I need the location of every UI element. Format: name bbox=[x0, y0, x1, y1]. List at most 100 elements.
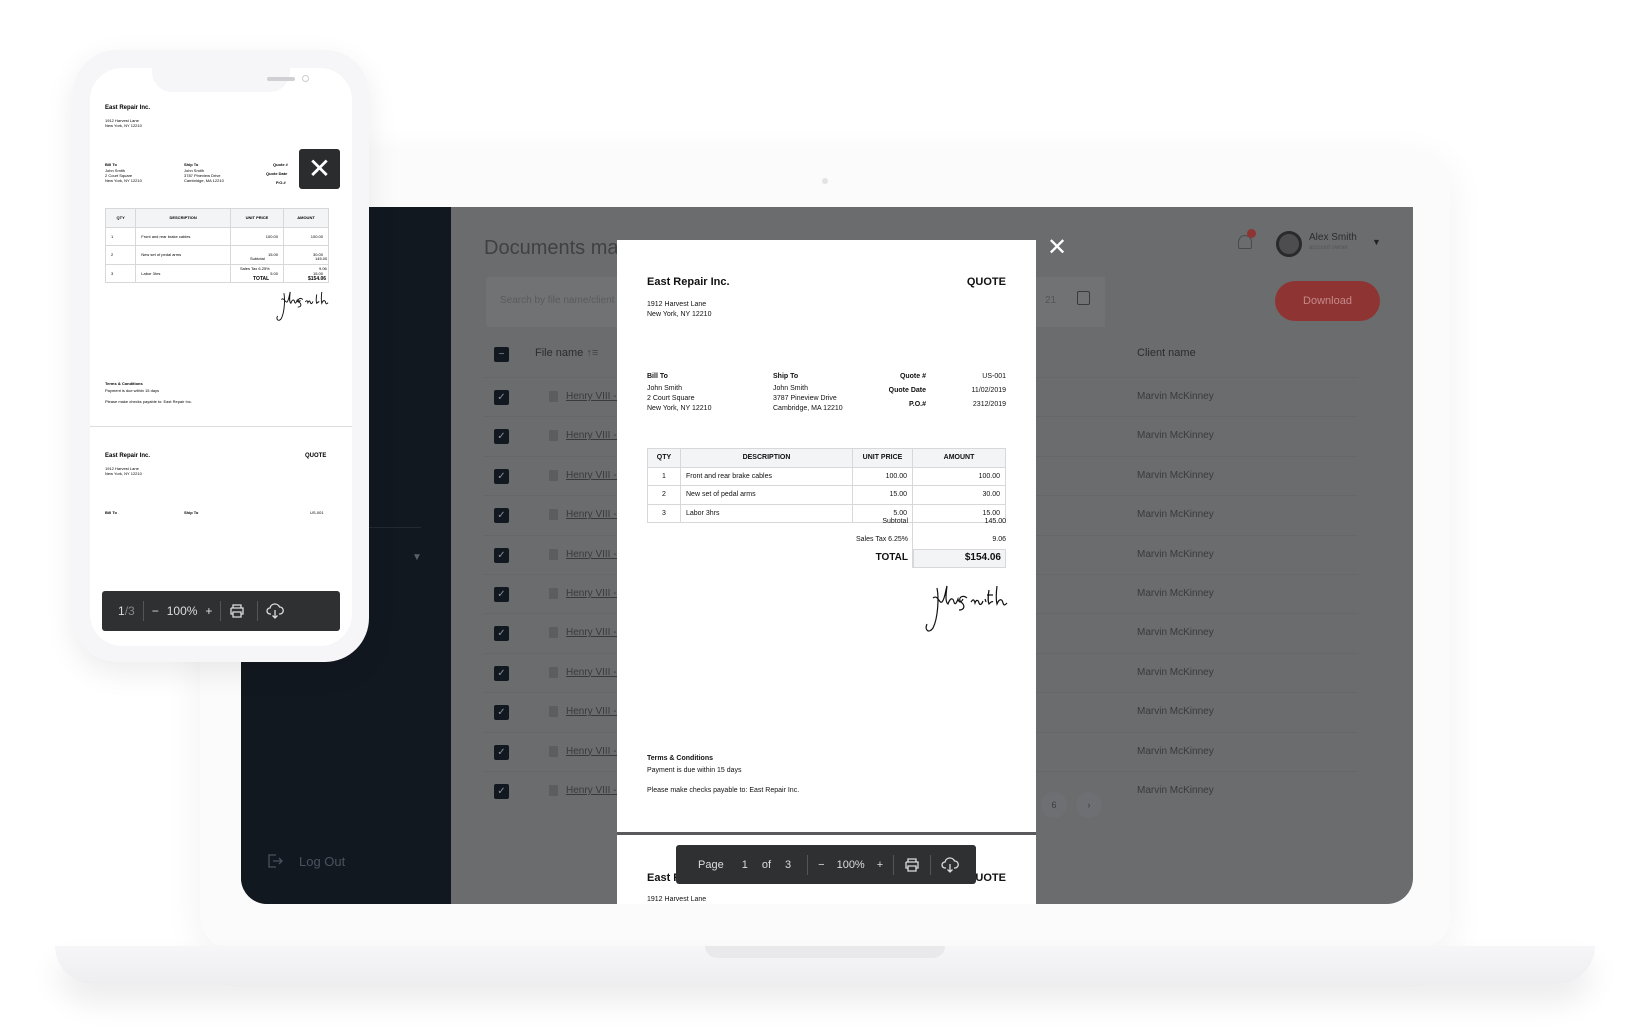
user-menu-chevron-icon[interactable]: ▼ bbox=[1372, 237, 1381, 247]
meta-label: Quote # bbox=[273, 162, 288, 167]
client-name: Marvin McKinney bbox=[1137, 588, 1214, 599]
row-checkbox[interactable]: ✓ bbox=[494, 429, 509, 445]
meta-value: 11/02/2019 bbox=[971, 387, 1006, 394]
desc-cell: New set of pedal arms bbox=[680, 485, 853, 505]
file-name-link[interactable]: Henry VIII - I bbox=[566, 667, 622, 678]
ship-to-label: Ship To bbox=[184, 162, 199, 167]
mobile-line-items-table: QTY DESCRIPTION UNIT PRICE AMOUNT 1 Front an… bbox=[104, 208, 329, 283]
ship-to-line: John Smith bbox=[773, 385, 809, 392]
file-name-link[interactable]: Henry VIII - I bbox=[566, 509, 622, 520]
subtotal-label: Subtotal bbox=[250, 256, 265, 261]
page-label: Page bbox=[698, 858, 724, 871]
file-name-link[interactable]: Henry VIII - I bbox=[566, 391, 622, 402]
file-name-link[interactable]: Henry VIII - I bbox=[566, 746, 622, 757]
column-header-client-name[interactable]: Client name bbox=[1137, 347, 1196, 359]
date-filter[interactable]: 21 bbox=[1035, 277, 1105, 327]
row-checkbox[interactable]: ✓ bbox=[494, 665, 509, 681]
row-checkbox[interactable]: ✓ bbox=[494, 744, 509, 760]
total-label: TOTAL bbox=[253, 276, 270, 282]
phone-speaker bbox=[267, 77, 295, 81]
qty-cell: 3 bbox=[104, 263, 137, 283]
meta-label: Quote Date bbox=[888, 387, 926, 394]
select-all-checkbox[interactable]: − bbox=[494, 347, 509, 362]
cloud-download-icon[interactable] bbox=[941, 856, 960, 873]
total-value: $154.06 bbox=[308, 276, 327, 282]
column-header: UNIT PRICE bbox=[229, 208, 285, 228]
row-checkbox[interactable]: ✓ bbox=[494, 784, 509, 799]
row-checkbox[interactable]: ✓ bbox=[494, 547, 509, 563]
page-separator bbox=[617, 832, 1036, 835]
file-icon bbox=[549, 627, 558, 639]
row-checkbox[interactable]: ✓ bbox=[494, 508, 509, 524]
row-checkbox[interactable]: ✓ bbox=[494, 390, 509, 405]
zoom-out-button[interactable]: − bbox=[818, 859, 824, 871]
price-cell: 100.00 bbox=[852, 466, 913, 486]
row-checkbox[interactable]: ✓ bbox=[494, 468, 509, 484]
print-icon[interactable] bbox=[904, 857, 920, 873]
file-name-link[interactable]: Henry VIII - I bbox=[566, 430, 622, 441]
chevron-down-icon[interactable]: ▼ bbox=[412, 552, 422, 563]
zoom-out-button[interactable]: − bbox=[152, 604, 159, 618]
column-header-file-name[interactable]: File name ↑≡ bbox=[535, 347, 598, 359]
file-name-link[interactable]: Henry VIII - I bbox=[566, 785, 622, 796]
user-role: account owner bbox=[1309, 245, 1349, 251]
address-line: 1912 Harvest Lane bbox=[647, 301, 707, 308]
mobile-close-button[interactable]: ✕ bbox=[299, 149, 340, 189]
address-line: New York, NY 12210 bbox=[105, 471, 142, 476]
toolbar-divider bbox=[893, 854, 895, 875]
company-name: East Repair Inc. bbox=[647, 276, 730, 288]
document-type-page-2: QUOTE bbox=[305, 453, 327, 459]
file-name-link[interactable]: Henry VIII - I bbox=[566, 470, 622, 481]
file-name-link[interactable]: Henry VIII - I bbox=[566, 706, 622, 717]
terms-line: Please make checks payable to: East Repa… bbox=[647, 787, 800, 794]
file-name-link[interactable]: Henry VIII - I bbox=[566, 627, 622, 638]
mobile-device: East Repair Inc. 1912 Harvest Lane New Y… bbox=[73, 50, 369, 662]
amount-cell: 100.00 bbox=[912, 466, 1006, 486]
ship-to-line: 3787 Pineview Drive bbox=[773, 395, 837, 402]
logout-button[interactable]: Log Out bbox=[267, 853, 345, 869]
table-row: 1 Front and rear brake cables 100.00 100.00 bbox=[647, 466, 1006, 486]
tax-label: Sales Tax 6.25% bbox=[855, 536, 908, 543]
meta-label: P.O.# bbox=[276, 180, 286, 185]
column-header: AMOUNT bbox=[283, 208, 329, 228]
avatar[interactable] bbox=[1276, 231, 1302, 257]
zoom-in-button[interactable]: + bbox=[877, 859, 883, 871]
cloud-download-icon[interactable] bbox=[266, 603, 285, 619]
column-header: QTY bbox=[647, 448, 681, 468]
row-checkbox[interactable]: ✓ bbox=[494, 626, 509, 642]
viewer-toolbar: Page 1 of 3 − 100% + bbox=[676, 845, 976, 884]
total-pages: /3 bbox=[124, 604, 135, 618]
client-name: Marvin McKinney bbox=[1137, 430, 1214, 442]
download-button[interactable]: Download bbox=[1275, 281, 1380, 321]
row-checkbox[interactable]: ✓ bbox=[494, 587, 509, 602]
zoom-in-button[interactable]: + bbox=[205, 604, 212, 618]
file-icon bbox=[549, 588, 558, 599]
toolbar-divider bbox=[220, 601, 222, 621]
desc-cell: Front and rear brake cables bbox=[135, 226, 231, 246]
subtotal-label: Subtotal bbox=[882, 518, 908, 525]
toolbar-divider bbox=[807, 854, 809, 875]
signature-image bbox=[925, 585, 1008, 632]
column-header: UNIT PRICE bbox=[852, 448, 913, 468]
file-icon bbox=[549, 745, 558, 757]
sort-icon[interactable]: ↑≡ bbox=[586, 347, 598, 359]
print-icon[interactable] bbox=[229, 603, 245, 619]
page-number[interactable]: 1 bbox=[118, 604, 125, 618]
price-cell: 15.00 bbox=[852, 485, 913, 505]
file-name-link[interactable]: Henry VIII - I bbox=[566, 549, 622, 560]
meta-label: Quote Date bbox=[266, 171, 288, 176]
close-preview-button[interactable]: ✕ bbox=[1047, 236, 1067, 260]
page-number-input[interactable]: 1 bbox=[742, 859, 748, 871]
pagination-next-button[interactable]: › bbox=[1076, 792, 1102, 818]
laptop-notch bbox=[705, 946, 945, 958]
qty-cell: 2 bbox=[647, 485, 681, 505]
pagination-page-6[interactable]: 6 bbox=[1041, 792, 1067, 818]
qty-cell: 1 bbox=[647, 466, 681, 486]
mobile-viewer-toolbar: 1 /3 − 100% + bbox=[102, 591, 340, 631]
table-row: 3 Labor 3hrs 5.00 15.00 bbox=[647, 503, 1006, 523]
file-name-link[interactable]: Henry VIII - I bbox=[566, 588, 622, 599]
row-checkbox[interactable]: ✓ bbox=[494, 705, 509, 721]
laptop-camera bbox=[822, 178, 828, 184]
client-name: Marvin McKinney bbox=[1137, 627, 1214, 639]
terms-line: Please make checks payable to: East Repa… bbox=[105, 399, 192, 404]
